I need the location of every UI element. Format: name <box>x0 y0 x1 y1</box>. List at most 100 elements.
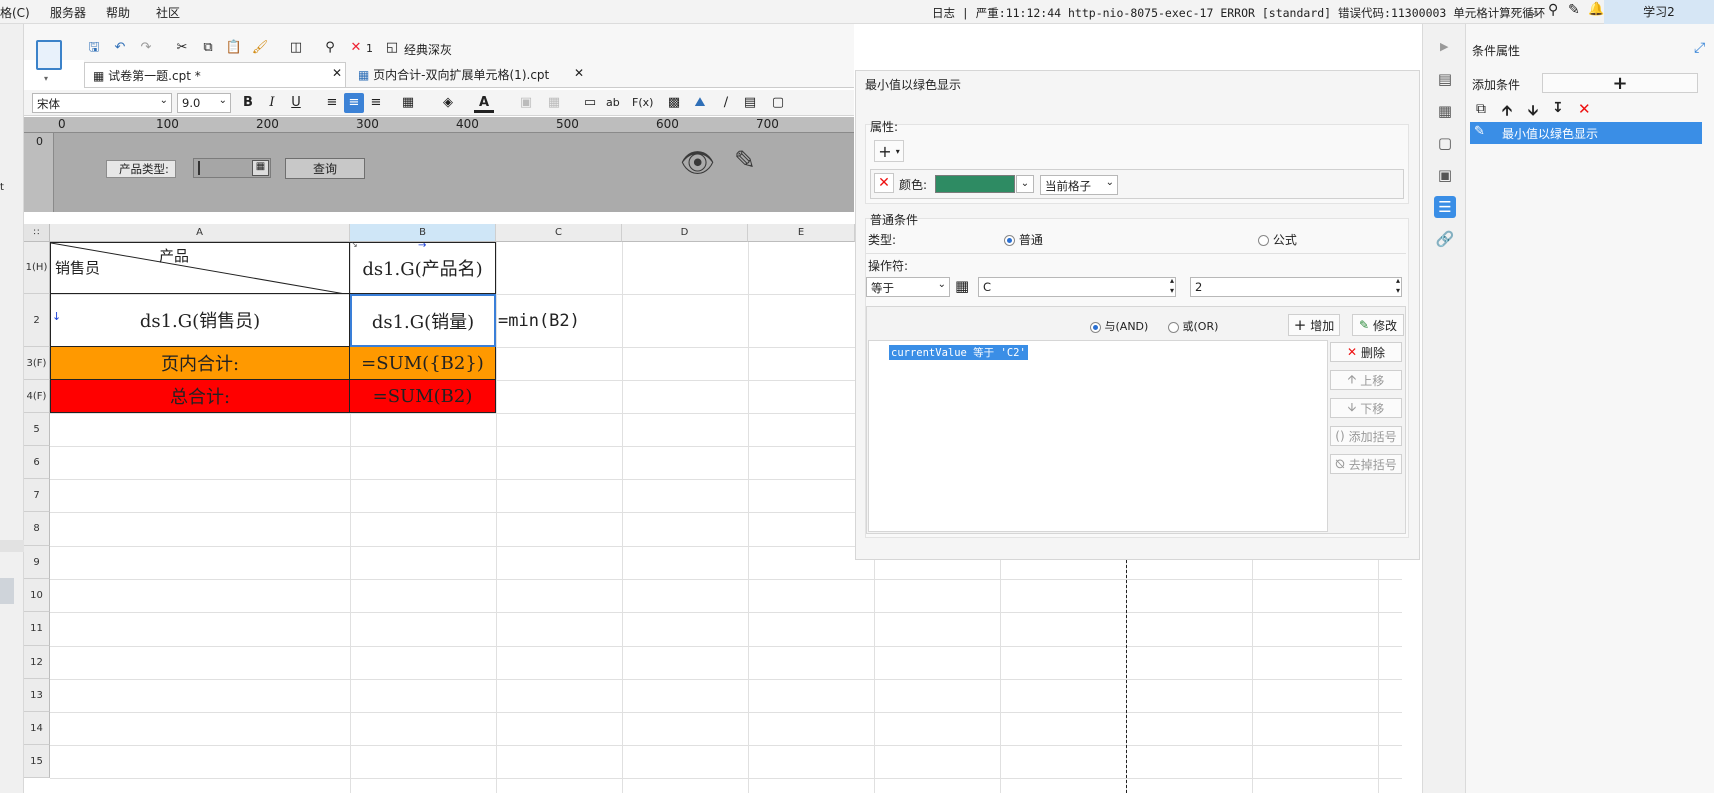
save-icon[interactable]: 🖫 <box>84 38 104 58</box>
type-formula-radio[interactable]: 公式 <box>1258 231 1297 248</box>
copy-icon[interactable]: ⧉ <box>198 38 218 58</box>
menu-item-cut[interactable]: 格(C) <box>0 4 30 21</box>
move-down-icon[interactable]: 🡫 <box>1528 100 1538 124</box>
row-header[interactable]: 8 <box>24 512 50 546</box>
format-brush-icon[interactable]: 🖌 <box>250 38 270 58</box>
row-header[interactable]: 14 <box>24 712 50 745</box>
and-radio[interactable]: 与(AND) <box>1090 318 1148 334</box>
row-header[interactable]: 2 <box>24 294 50 347</box>
split-icon[interactable]: ▦ <box>544 93 564 113</box>
hide-eye-icon[interactable]: 👁 <box>680 146 716 179</box>
bell-icon[interactable]: 🔔 <box>1588 2 1604 17</box>
align-center-icon[interactable]: ≡ <box>344 93 364 113</box>
close-tab-1-icon[interactable]: ✕ <box>332 66 342 80</box>
field-value-input[interactable]: C ▴ ▾ <box>978 276 1176 297</box>
menu-item-community[interactable]: 社区 <box>156 4 180 21</box>
cell-element-icon[interactable]: ▤ <box>1434 68 1456 90</box>
sort-down-icon[interactable]: ↧ <box>1552 100 1564 116</box>
chart-icon[interactable]: ▩ <box>664 93 684 113</box>
menu-item-help[interactable]: 帮助 <box>106 4 130 21</box>
notes-icon[interactable]: ✎ <box>1568 2 1580 18</box>
border-icon[interactable]: ▦ <box>398 93 418 113</box>
dropdown-widget-icon[interactable]: ▣ <box>1434 164 1456 186</box>
text-ab-button[interactable]: ab <box>606 96 620 109</box>
error-x-icon[interactable]: ✕ <box>346 38 366 58</box>
cell-b3[interactable]: =SUM({B2}) <box>350 347 496 380</box>
edit-pencil-icon[interactable]: ✎ <box>734 146 756 176</box>
left-strip-handle[interactable] <box>0 540 24 552</box>
add-condition-button[interactable]: + 增加 <box>1288 314 1340 336</box>
select-all-corner[interactable]: ∷ <box>24 224 50 242</box>
theme-label[interactable]: 经典深灰 <box>404 41 452 58</box>
move-up-icon[interactable]: 🡩 <box>1502 100 1512 124</box>
fill-color-icon[interactable]: ◈ <box>438 93 458 113</box>
sub-report-icon[interactable]: ▤ <box>740 93 760 113</box>
cell-b2-selected[interactable]: ds1.G(销量) <box>350 294 496 347</box>
frame-icon[interactable]: ▢ <box>768 93 788 113</box>
find-icon[interactable]: ⚲ <box>320 38 340 58</box>
value2-input[interactable]: 2 ▴ ▾ <box>1190 276 1402 297</box>
widget-icon[interactable]: ▢ <box>1434 132 1456 154</box>
condition-item-selected[interactable]: currentValue 等于 'C2' <box>889 345 1028 360</box>
delete-condition-icon[interactable]: ✕ <box>1578 100 1591 118</box>
cell-attr-icon[interactable]: ▦ <box>1434 100 1456 122</box>
copy-condition-icon[interactable]: ⧉ <box>1476 101 1486 117</box>
font-color-icon[interactable]: A <box>474 93 494 113</box>
delete-condition-button[interactable]: ✕ 删除 <box>1330 342 1402 362</box>
row-header[interactable]: 4(F) <box>24 380 50 413</box>
row-header[interactable]: 1(H) <box>24 242 50 294</box>
remove-attribute-icon[interactable]: ✕ <box>874 173 894 193</box>
query-button[interactable]: 查询 <box>285 158 365 179</box>
spinner-icon[interactable]: ▴ ▾ <box>1170 276 1174 296</box>
italic-button[interactable]: I <box>262 93 282 113</box>
theme-icon[interactable]: ◱ <box>382 38 402 58</box>
cell-c2[interactable]: =min(B2) <box>496 294 622 347</box>
remove-paren-button[interactable]: ⦰ 去掉括号 <box>1330 454 1402 474</box>
slash-icon[interactable]: ∕ <box>716 93 736 113</box>
row-header[interactable]: 15 <box>24 745 50 778</box>
align-left-icon[interactable]: ≡ <box>322 93 342 113</box>
row-header[interactable]: 9 <box>24 546 50 579</box>
cell-a4[interactable]: 总合计: <box>50 380 350 413</box>
row-header[interactable]: 12 <box>24 646 50 679</box>
preview-icon[interactable]: ◫ <box>286 38 306 58</box>
redo-icon[interactable]: ↷ <box>136 38 156 58</box>
spinner-icon[interactable]: ▴ ▾ <box>1396 276 1400 296</box>
menu-item-server[interactable]: 服务器 <box>50 4 86 21</box>
type-normal-radio[interactable]: 普通 <box>1004 231 1043 248</box>
move-down-button[interactable]: 🡫 下移 <box>1330 398 1402 418</box>
font-size-select[interactable]: 9.0 ⌄ <box>177 93 231 113</box>
undo-icon[interactable]: ↶ <box>110 38 130 58</box>
row-header[interactable]: 11 <box>24 612 50 646</box>
column-header-a[interactable]: A <box>50 224 350 242</box>
merge-icon[interactable]: ▣ <box>516 93 536 113</box>
text-field-icon[interactable]: ▭ <box>580 93 600 113</box>
formula-button[interactable]: F(x) <box>632 96 653 109</box>
row-header[interactable]: 3(F) <box>24 347 50 380</box>
tab-file-2[interactable]: ▦ 页内合计-双向扩展单元格(1).cpt <box>350 62 590 87</box>
add-attribute-button[interactable]: + ▾ <box>874 140 904 162</box>
paste-icon[interactable]: 📋 <box>224 38 244 58</box>
add-paren-button[interactable]: () 添加括号 <box>1330 426 1402 446</box>
search-icon[interactable]: ⚲ <box>1548 2 1558 18</box>
log-more[interactable]: ... <box>1528 4 1539 18</box>
operator-select[interactable]: 等于 ⌄ <box>866 277 950 297</box>
row-header[interactable]: 7 <box>24 479 50 512</box>
row-header[interactable]: 13 <box>24 679 50 712</box>
add-condition-plus-button[interactable]: + <box>1542 73 1698 94</box>
row-header[interactable]: 10 <box>24 579 50 612</box>
condition-list-item-selected[interactable]: ✎ 最小值以绿色显示 <box>1470 122 1702 144</box>
log-message[interactable]: 日志 | 严重:11:12:44 http-nio-8075-exec-17 E… <box>932 5 1545 21</box>
modify-condition-button[interactable]: ✎ 修改 <box>1352 314 1404 336</box>
cell-b4[interactable]: =SUM(B2) <box>350 380 496 413</box>
study-button[interactable]: 学习2 <box>1604 0 1714 24</box>
column-header-c[interactable]: C <box>496 224 622 242</box>
hyperlink-icon[interactable]: 🔗 <box>1434 228 1456 250</box>
left-strip-tab[interactable] <box>0 578 14 604</box>
color-swatch[interactable] <box>935 175 1015 193</box>
row-header[interactable]: 6 <box>24 446 50 479</box>
collapse-arrow-icon[interactable]: ▶ <box>1440 40 1448 53</box>
close-tab-2-icon[interactable]: ✕ <box>574 66 584 80</box>
row-header[interactable]: 5 <box>24 413 50 446</box>
template-dropdown-icon[interactable]: ▾ <box>44 74 48 83</box>
